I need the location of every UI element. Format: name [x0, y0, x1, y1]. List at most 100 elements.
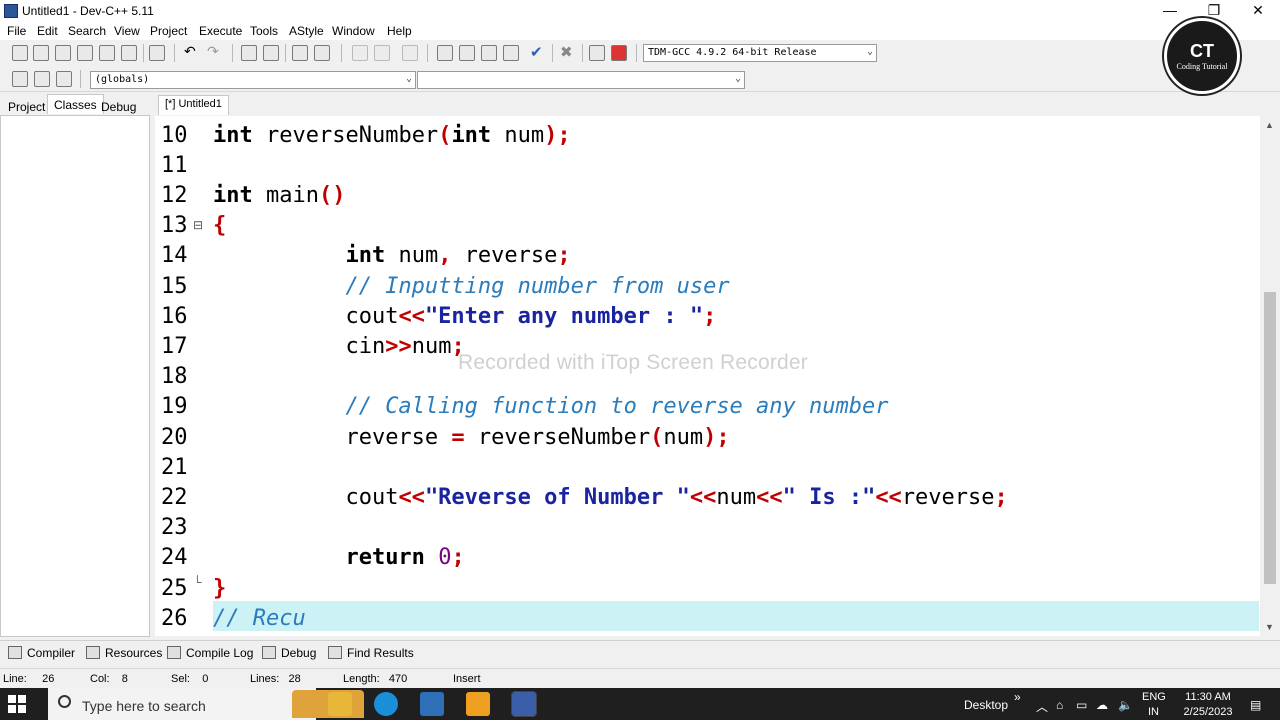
- menu-edit[interactable]: Edit: [37, 24, 58, 38]
- open-file-icon[interactable]: [33, 45, 49, 61]
- compile-run-icon[interactable]: [481, 45, 497, 61]
- desktop-toolbar-label[interactable]: Desktop: [964, 698, 1008, 712]
- profile-chart-icon[interactable]: [589, 45, 605, 61]
- find-icon[interactable]: [241, 45, 257, 61]
- menu-file[interactable]: File: [7, 24, 26, 38]
- tab-find-results[interactable]: Find Results: [328, 646, 414, 660]
- code-line-15[interactable]: // Inputting number from user: [213, 269, 729, 299]
- menu-execute[interactable]: Execute: [199, 24, 242, 38]
- cloud-icon[interactable]: ☁: [1096, 698, 1108, 712]
- windows-start-icon[interactable]: [8, 695, 26, 713]
- token-semicolon: ;: [703, 304, 717, 329]
- battery-icon[interactable]: ▭: [1076, 698, 1087, 712]
- menu-astyle[interactable]: AStyle: [289, 24, 324, 38]
- microsoft-store-icon[interactable]: [420, 692, 444, 716]
- close-all-icon[interactable]: [121, 45, 137, 61]
- network-icon[interactable]: ⌂: [1056, 698, 1063, 712]
- menu-window[interactable]: Window: [332, 24, 375, 38]
- menu-view[interactable]: View: [114, 24, 140, 38]
- redo-icon[interactable]: ↷: [207, 43, 223, 59]
- new-class-icon[interactable]: [12, 71, 28, 87]
- clean-icon[interactable]: ✖: [560, 43, 576, 61]
- scope-select[interactable]: (globals) ⌄: [90, 71, 416, 89]
- print-icon[interactable]: [149, 45, 165, 61]
- run-icon[interactable]: [459, 45, 475, 61]
- code-line-13[interactable]: {: [213, 208, 226, 238]
- indent-left-icon[interactable]: [352, 45, 368, 61]
- menu-help[interactable]: Help: [387, 24, 412, 38]
- volume-icon[interactable]: 🔈: [1118, 698, 1133, 712]
- line-number: 17: [161, 334, 188, 359]
- compiler-select[interactable]: TDM-GCC 4.9.2 64-bit Release ⌄: [643, 44, 877, 62]
- tab-project[interactable]: Project: [1, 96, 52, 116]
- save-all-icon[interactable]: [77, 45, 93, 61]
- tab-compile-log[interactable]: Compile Log: [167, 646, 253, 660]
- region-indicator[interactable]: IN: [1148, 706, 1159, 718]
- goto-line-icon[interactable]: [292, 45, 308, 61]
- find-results-icon: [328, 646, 342, 659]
- clock-time[interactable]: 11:30 AM: [1178, 691, 1238, 703]
- editor-vertical-scrollbar[interactable]: ▲ ▼: [1260, 116, 1280, 636]
- scroll-up-icon[interactable]: ▲: [1265, 120, 1274, 130]
- code-line-19[interactable]: // Calling function to reverse any numbe…: [213, 389, 888, 419]
- new-file-icon[interactable]: [12, 45, 28, 61]
- code-line-17[interactable]: cin>>num;: [213, 329, 464, 359]
- tab-debug-output[interactable]: Debug: [262, 646, 316, 660]
- devcpp-taskbar-icon[interactable]: [511, 691, 537, 717]
- scroll-down-icon[interactable]: ▼: [1265, 622, 1274, 632]
- toggle-bookmark-icon[interactable]: [56, 71, 72, 87]
- class-browser-panel[interactable]: [0, 115, 150, 637]
- debug-icon[interactable]: [611, 45, 627, 61]
- sublime-text-icon[interactable]: [466, 692, 490, 716]
- scope-select-value: (globals): [95, 74, 150, 85]
- output-panel-tabs: Compiler Resources Compile Log Debug Fin…: [0, 640, 1280, 666]
- token-operator: <<: [398, 304, 425, 329]
- undo-icon[interactable]: ↶: [184, 43, 200, 59]
- menu-search[interactable]: Search: [68, 24, 106, 38]
- line-number: 14: [161, 243, 188, 268]
- code-line-25[interactable]: }: [213, 571, 226, 601]
- code-line-16[interactable]: cout<<"Enter any number : ";: [213, 299, 716, 329]
- scrollbar-thumb[interactable]: [1264, 292, 1276, 584]
- edge-browser-icon[interactable]: [374, 692, 398, 716]
- chevron-right-icon[interactable]: »: [1014, 690, 1021, 704]
- stop-execution-icon[interactable]: [402, 45, 418, 61]
- code-line-26-current[interactable]: // Recu: [213, 601, 1259, 631]
- goto-bookmark-icon[interactable]: [314, 45, 330, 61]
- fold-collapse-icon[interactable]: ⊟: [193, 218, 203, 232]
- close-file-icon[interactable]: [99, 45, 115, 61]
- code-line-10[interactable]: int reverseNumber(int num);: [213, 118, 571, 148]
- taskbar-search-box[interactable]: Type here to search: [48, 688, 364, 720]
- code-line-24[interactable]: return 0;: [213, 540, 464, 570]
- insert-icon[interactable]: [34, 71, 50, 87]
- minimize-button[interactable]: —: [1148, 0, 1192, 22]
- chevron-up-icon[interactable]: ︿: [1036, 698, 1048, 715]
- tab-untitled1[interactable]: [*] Untitled1: [158, 95, 229, 115]
- tab-debug[interactable]: Debug: [94, 96, 143, 116]
- replace-icon[interactable]: [263, 45, 279, 61]
- member-select[interactable]: ⌄: [417, 71, 745, 89]
- token-semicolon: ;: [557, 243, 571, 268]
- code-line-14[interactable]: int num, reverse;: [213, 238, 571, 268]
- file-explorer-icon[interactable]: [328, 692, 352, 716]
- menu-tools[interactable]: Tools: [250, 24, 278, 38]
- notification-icon[interactable]: ▤: [1250, 698, 1261, 712]
- menu-project[interactable]: Project: [150, 24, 187, 38]
- tab-compiler[interactable]: Compiler: [8, 646, 75, 660]
- rebuild-all-icon[interactable]: [503, 45, 519, 61]
- tab-resources[interactable]: Resources: [86, 646, 162, 660]
- code-line-22[interactable]: cout<<"Reverse of Number "<<num<<" Is :"…: [213, 480, 1007, 510]
- line-number: 16: [161, 304, 188, 329]
- code-line-12[interactable]: int main(): [213, 178, 345, 208]
- clock-date[interactable]: 2/25/2023: [1174, 706, 1242, 718]
- code-editor[interactable]: 10 11 12 13 14 15 16 17 18 19 20 21 22 2…: [155, 116, 1280, 636]
- language-indicator[interactable]: ENG: [1142, 691, 1166, 703]
- code-line-20[interactable]: reverse = reverseNumber(num);: [213, 420, 729, 450]
- indent-right-icon[interactable]: [374, 45, 390, 61]
- save-icon[interactable]: [55, 45, 71, 61]
- syntax-check-icon[interactable]: ✔: [530, 43, 546, 61]
- compile-icon[interactable]: [437, 45, 453, 61]
- close-button[interactable]: ✕: [1236, 0, 1280, 22]
- compiler-select-value: TDM-GCC 4.9.2 64-bit Release: [648, 47, 817, 58]
